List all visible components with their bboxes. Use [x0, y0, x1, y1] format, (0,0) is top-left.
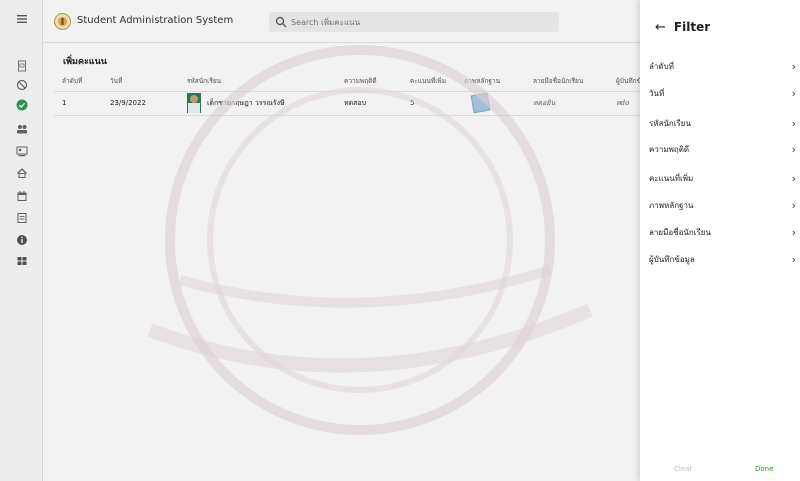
chevron-right-icon: ›: [791, 86, 796, 100]
filter-item[interactable]: คะแนนที่เพิ่ม ›: [649, 165, 800, 191]
chevron-right-icon: ›: [791, 59, 796, 73]
filter-item-label: ลายมือชื่อนักเรียน: [649, 227, 711, 237]
clear-button[interactable]: Clear: [674, 465, 692, 473]
chevron-right-icon: ›: [791, 171, 796, 185]
filter-title: Filter: [673, 20, 711, 34]
filter-item[interactable]: ความพฤติดี ›: [649, 136, 800, 162]
filter-item[interactable]: ผู้บันทึกข้อมูล ›: [649, 246, 800, 272]
filter-item-label: วันที่: [649, 88, 665, 98]
filter-item-label: ความพฤติดี: [649, 144, 690, 154]
filter-item[interactable]: ลายมือชื่อนักเรียน ›: [649, 219, 800, 245]
filter-item[interactable]: วันที่ ›: [649, 80, 800, 106]
filter-item[interactable]: ลำดับที่ ›: [649, 53, 800, 79]
chevron-right-icon: ›: [791, 198, 796, 212]
chevron-right-icon: ›: [791, 116, 796, 130]
modal-scrim[interactable]: [0, 0, 640, 481]
filter-item-label: ลำดับที่: [649, 61, 674, 71]
back-arrow-icon[interactable]: ←: [655, 21, 666, 34]
filter-item-label: ภาพหลักฐาน: [649, 200, 694, 210]
chevron-right-icon: ›: [791, 225, 796, 239]
done-button[interactable]: Done: [755, 465, 773, 473]
chevron-right-icon: ›: [791, 142, 796, 156]
chevron-right-icon: ›: [791, 252, 796, 266]
filter-panel: ← Filter ลำดับที่ › วันที่ › รหัสนักเรีย…: [640, 0, 800, 481]
filter-header: ← Filter: [655, 20, 710, 34]
filter-item-label: คะแนนที่เพิ่ม: [649, 173, 694, 183]
filter-item[interactable]: ภาพหลักฐาน ›: [649, 192, 800, 218]
filter-item-label: ผู้บันทึกข้อมูล: [649, 254, 695, 264]
filter-item[interactable]: รหัสนักเรียน ›: [649, 110, 800, 136]
filter-item-label: รหัสนักเรียน: [649, 118, 691, 128]
